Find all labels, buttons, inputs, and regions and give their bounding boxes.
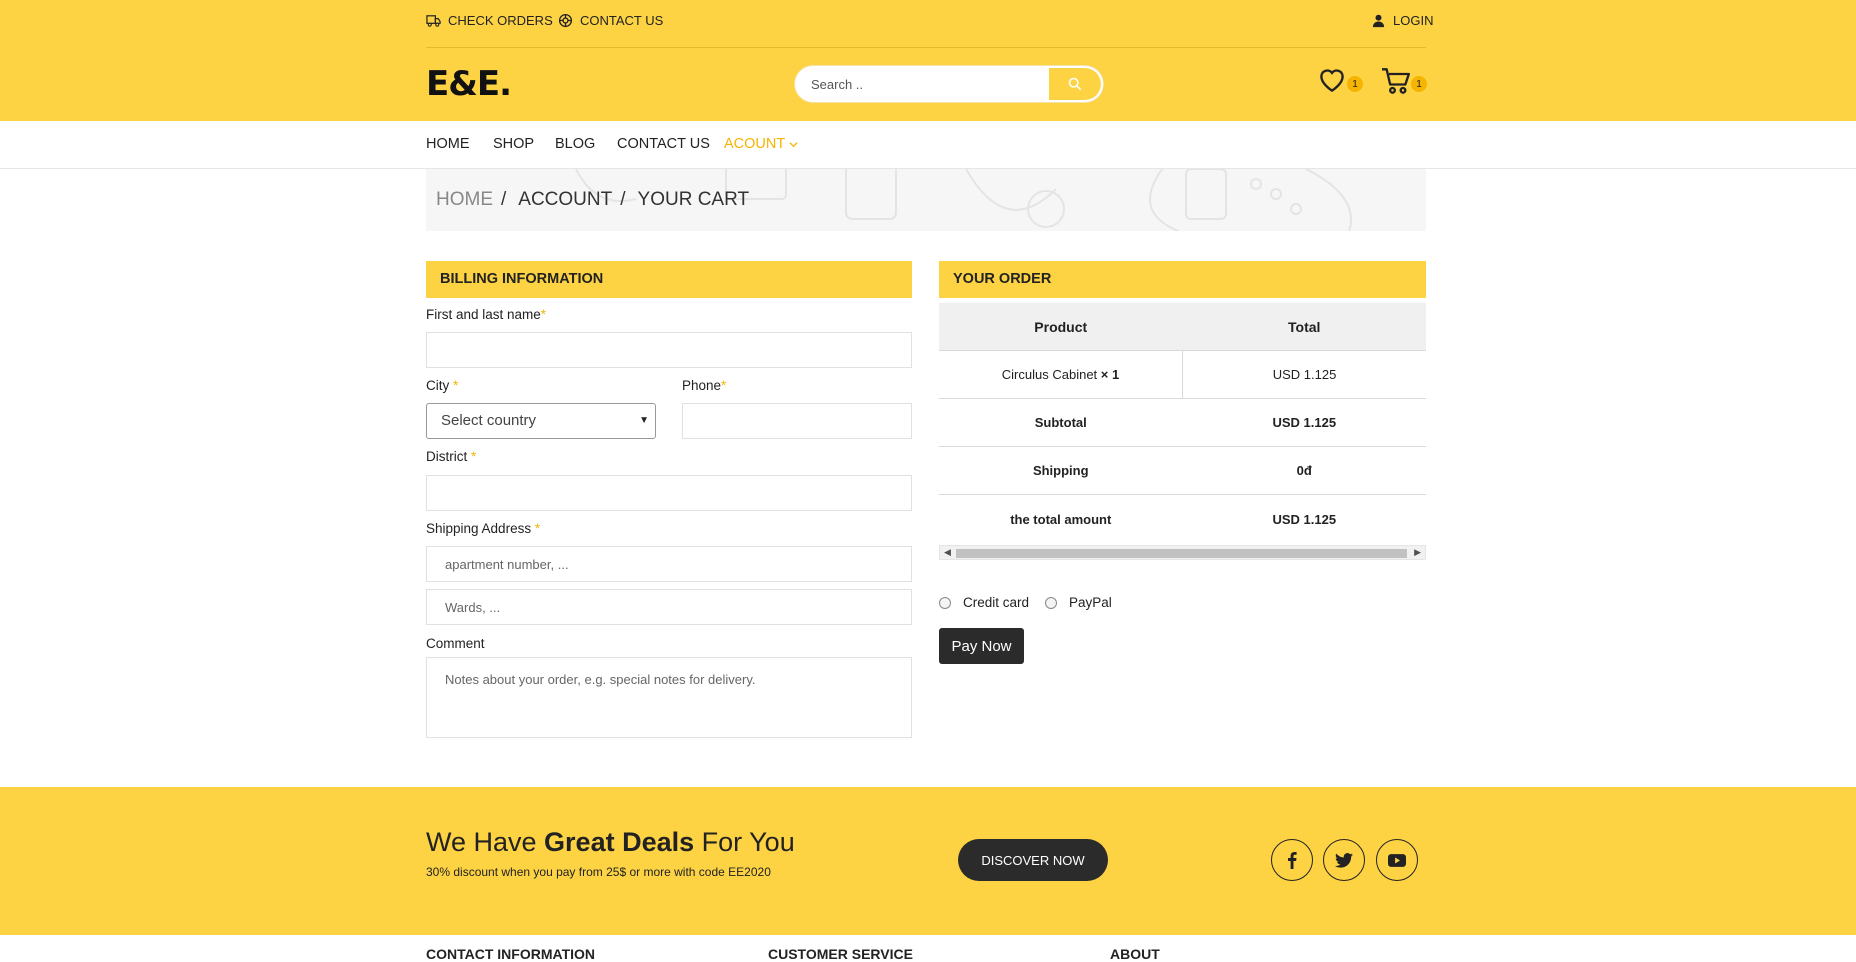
scrollbar-thumb[interactable] <box>956 549 1407 558</box>
youtube-icon <box>1388 853 1406 867</box>
search-button[interactable] <box>1049 68 1101 100</box>
scroll-left-arrow-icon[interactable]: ◀ <box>944 547 951 558</box>
login-link[interactable]: LOGIN <box>1371 13 1433 28</box>
nav-account[interactable]: ACOUNT <box>724 136 798 152</box>
discover-now-button[interactable]: DISCOVER NOW <box>958 839 1108 881</box>
facebook-icon <box>1288 852 1297 869</box>
nav-account-label: ACOUNT <box>724 136 785 152</box>
scroll-right-arrow-icon[interactable]: ▶ <box>1414 547 1421 558</box>
billing-section-title: BILLING INFORMATION <box>426 261 912 298</box>
main-nav: HOME SHOP BLOG CONTACT US ACOUNT <box>0 121 1856 169</box>
wishlist-button[interactable]: 1 <box>1317 67 1363 98</box>
breadcrumb-trail: HOME / ACCOUNT / YOUR CART <box>436 189 750 211</box>
product-column-header: Product <box>1034 318 1088 335</box>
product-name: Circulus Cabinet <box>1001 367 1098 382</box>
breadcrumb-current: YOUR CART <box>637 189 750 210</box>
footer-heading-customer-service: CUSTOMER SERVICE <box>768 946 913 962</box>
search-icon <box>1068 77 1082 91</box>
address-line-1-field[interactable] <box>426 546 912 582</box>
shipping-label: Shipping <box>1032 463 1089 478</box>
cart-icon <box>1382 68 1410 94</box>
phone-label: Phone* <box>682 378 727 393</box>
credit-card-radio[interactable] <box>939 596 951 609</box>
header-divider <box>426 47 1426 48</box>
order-table: Product Total Circulus Cabinet × 1 USD 1… <box>939 303 1426 543</box>
paypal-radio[interactable] <box>1045 596 1057 609</box>
check-orders-link[interactable]: CHECK ORDERS <box>426 13 553 28</box>
pay-now-button[interactable]: Pay Now <box>939 628 1024 664</box>
table-row: Circulus Cabinet × 1 USD 1.125 <box>939 351 1426 399</box>
paypal-label: PayPal <box>1069 595 1112 610</box>
cart-button[interactable]: 1 <box>1380 67 1427 100</box>
wishlist-count-badge: 1 <box>1347 76 1363 92</box>
credit-card-option[interactable]: Credit card <box>939 595 1029 610</box>
product-quantity: × 1 <box>1100 367 1120 382</box>
comment-label: Comment <box>426 636 485 651</box>
chevron-down-icon <box>789 142 798 148</box>
subtotal-label: Subtotal <box>1034 415 1087 430</box>
deal-subtext: 30% discount when you pay from 25$ or mo… <box>426 865 771 879</box>
city-select[interactable]: Select country ▼ <box>426 403 656 439</box>
heart-icon <box>1320 69 1344 93</box>
search-input[interactable] <box>797 68 1049 100</box>
footer-heading-about: ABOUT <box>1110 946 1160 962</box>
address-line-2-field[interactable] <box>426 589 912 625</box>
truck-icon <box>426 15 441 27</box>
search-bar <box>795 66 1103 102</box>
full-name-field[interactable] <box>426 332 912 368</box>
twitter-icon <box>1335 852 1353 868</box>
order-table-header: Product Total <box>939 303 1426 351</box>
product-cell: Circulus Cabinet × 1 <box>939 351 1183 398</box>
total-label: the total amount <box>1010 511 1112 527</box>
facebook-button[interactable] <box>1271 839 1313 881</box>
contact-us-top-label: CONTACT US <box>580 13 664 28</box>
product-total-cell: USD 1.125 <box>1272 367 1337 382</box>
site-logo[interactable]: E&E. <box>426 64 512 104</box>
dropdown-arrow-icon: ▼ <box>639 415 649 426</box>
order-section-title: YOUR ORDER <box>939 261 1426 298</box>
subtotal-row: Subtotal USD 1.125 <box>939 399 1426 447</box>
city-label: City * <box>426 378 459 393</box>
shipping-address-label: Shipping Address * <box>426 521 541 536</box>
check-orders-label: CHECK ORDERS <box>448 13 553 28</box>
cart-count-badge: 1 <box>1411 76 1427 92</box>
shipping-value: 0đ <box>1296 463 1312 478</box>
breadcrumb-home[interactable]: HOME <box>436 189 493 211</box>
credit-card-label: Credit card <box>963 595 1030 610</box>
nav-contact-us[interactable]: CONTACT US <box>617 136 710 152</box>
nav-home[interactable]: HOME <box>426 136 470 152</box>
footer: CONTACT INFORMATION CUSTOMER SERVICE ABO… <box>0 935 1856 962</box>
lifebuoy-icon <box>558 13 573 28</box>
footer-heading-contact: CONTACT INFORMATION <box>426 946 596 962</box>
total-value: USD 1.125 <box>1272 511 1337 527</box>
horizontal-scrollbar[interactable]: ◀ ▶ <box>939 545 1426 560</box>
user-icon <box>1372 14 1385 28</box>
login-label: LOGIN <box>1393 13 1434 28</box>
total-column-header: Total <box>1288 318 1321 335</box>
district-field[interactable] <box>426 475 912 511</box>
nav-shop[interactable]: SHOP <box>493 136 534 152</box>
deal-headline: We Have Great Deals For You <box>426 827 795 857</box>
phone-field[interactable] <box>682 403 912 439</box>
nav-blog[interactable]: BLOG <box>555 136 595 152</box>
paypal-option[interactable]: PayPal <box>1045 595 1112 610</box>
name-label: First and last name* <box>426 307 547 322</box>
breadcrumb-account[interactable]: ACCOUNT <box>518 189 612 211</box>
district-label: District * <box>426 449 477 464</box>
breadcrumb: HOME / ACCOUNT / YOUR CART <box>426 169 1426 231</box>
youtube-button[interactable] <box>1376 839 1418 881</box>
twitter-button[interactable] <box>1323 839 1365 881</box>
shipping-row: Shipping 0đ <box>939 447 1426 495</box>
deals-banner: We Have Great Deals For You 30% discount… <box>0 787 1856 935</box>
city-select-value: Select country <box>441 412 537 429</box>
top-header: CHECK ORDERS CONTACT US LOGIN E&E. 1 1 <box>0 0 1856 121</box>
contact-us-top-link[interactable]: CONTACT US <box>558 13 663 28</box>
comment-textarea[interactable] <box>426 657 912 738</box>
subtotal-value: USD 1.125 <box>1272 415 1337 430</box>
total-row: the total amount USD 1.125 <box>939 495 1426 543</box>
